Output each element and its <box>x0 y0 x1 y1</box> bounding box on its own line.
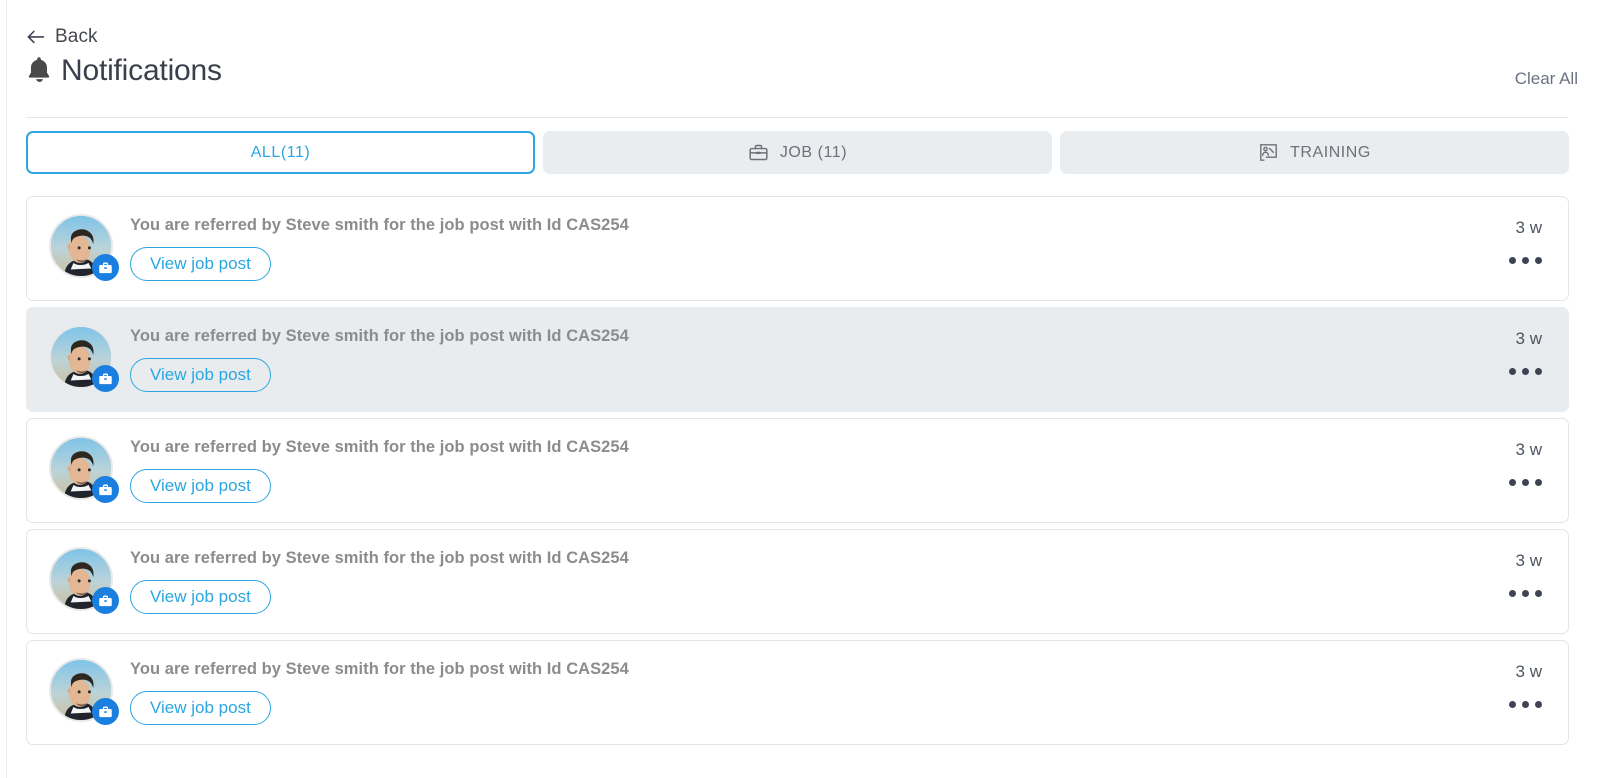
page-title: Notifications <box>61 54 222 87</box>
briefcase-icon <box>92 254 119 281</box>
notification-time: 3 w <box>1515 329 1542 348</box>
more-options-icon[interactable] <box>1452 368 1542 375</box>
briefcase-icon <box>748 142 769 163</box>
more-options-icon[interactable] <box>1452 257 1542 264</box>
header-divider <box>26 117 1568 118</box>
notification-meta: 3 w <box>1452 552 1542 597</box>
notification-meta: 3 w <box>1452 441 1542 486</box>
avatar[interactable] <box>49 658 119 725</box>
notification-meta: 3 w <box>1452 219 1542 264</box>
panel-left-edge <box>0 0 7 778</box>
briefcase-icon <box>92 587 119 614</box>
tab-training-label: TRAINING <box>1290 143 1371 161</box>
notification-time: 3 w <box>1515 440 1542 459</box>
back-button[interactable]: Back <box>26 27 98 46</box>
more-options-icon[interactable] <box>1452 701 1542 708</box>
notification-body: You are referred by Steve smith for the … <box>130 438 1438 503</box>
notification-message: You are referred by Steve smith for the … <box>130 549 629 567</box>
notification-message: You are referred by Steve smith for the … <box>130 438 629 456</box>
notification-meta: 3 w <box>1452 330 1542 375</box>
more-options-icon[interactable] <box>1452 590 1542 597</box>
notification-message: You are referred by Steve smith for the … <box>130 216 629 234</box>
notification-body: You are referred by Steve smith for the … <box>130 216 1438 281</box>
notification-row[interactable]: You are referred by Steve smith for the … <box>26 307 1569 412</box>
notification-message: You are referred by Steve smith for the … <box>130 660 629 678</box>
tab-job[interactable]: JOB (11) <box>543 131 1052 174</box>
avatar[interactable] <box>49 214 119 281</box>
tab-job-label: JOB (11) <box>779 143 848 161</box>
notification-body: You are referred by Steve smith for the … <box>130 549 1438 614</box>
avatar[interactable] <box>49 547 119 614</box>
bell-icon <box>26 56 52 86</box>
avatar[interactable] <box>49 325 119 392</box>
notification-time: 3 w <box>1515 662 1542 681</box>
notification-row[interactable]: You are referred by Steve smith for the … <box>26 196 1569 301</box>
notification-row[interactable]: You are referred by Steve smith for the … <box>26 640 1569 745</box>
briefcase-icon <box>92 476 119 503</box>
notification-time: 3 w <box>1515 551 1542 570</box>
more-options-icon[interactable] <box>1452 479 1542 486</box>
training-board-icon <box>1258 142 1279 163</box>
tab-all[interactable]: ALL(11) <box>26 131 535 174</box>
briefcase-icon <box>92 698 119 725</box>
notification-body: You are referred by Steve smith for the … <box>130 327 1438 392</box>
view-job-post-button[interactable]: View job post <box>130 246 271 281</box>
notification-time: 3 w <box>1515 218 1542 237</box>
back-label: Back <box>55 26 98 47</box>
notification-row[interactable]: You are referred by Steve smith for the … <box>26 418 1569 523</box>
notification-meta: 3 w <box>1452 663 1542 708</box>
arrow-left-icon <box>26 29 45 45</box>
notification-message: You are referred by Steve smith for the … <box>130 327 629 345</box>
view-job-post-button[interactable]: View job post <box>130 690 271 725</box>
briefcase-icon <box>92 365 119 392</box>
page-content: Back Notifications Clear All ALL(11) JOB… <box>8 0 1595 778</box>
notification-list[interactable]: You are referred by Steve smith for the … <box>26 196 1569 778</box>
panel-right-edge <box>1595 0 1619 778</box>
view-job-post-button[interactable]: View job post <box>130 579 271 614</box>
page-title-row: Notifications <box>26 56 222 86</box>
view-job-post-button[interactable]: View job post <box>130 468 271 503</box>
notifications-page: Back Notifications Clear All ALL(11) JOB… <box>0 0 1619 778</box>
view-job-post-button[interactable]: View job post <box>130 357 271 392</box>
notification-tabs: ALL(11) JOB (11) TRAINING <box>26 131 1569 174</box>
tab-all-label: ALL(11) <box>250 143 311 161</box>
clear-all-button[interactable]: Clear All <box>1515 70 1578 87</box>
notification-body: You are referred by Steve smith for the … <box>130 660 1438 725</box>
notification-row[interactable]: You are referred by Steve smith for the … <box>26 529 1569 634</box>
tab-training[interactable]: TRAINING <box>1060 131 1569 174</box>
avatar[interactable] <box>49 436 119 503</box>
